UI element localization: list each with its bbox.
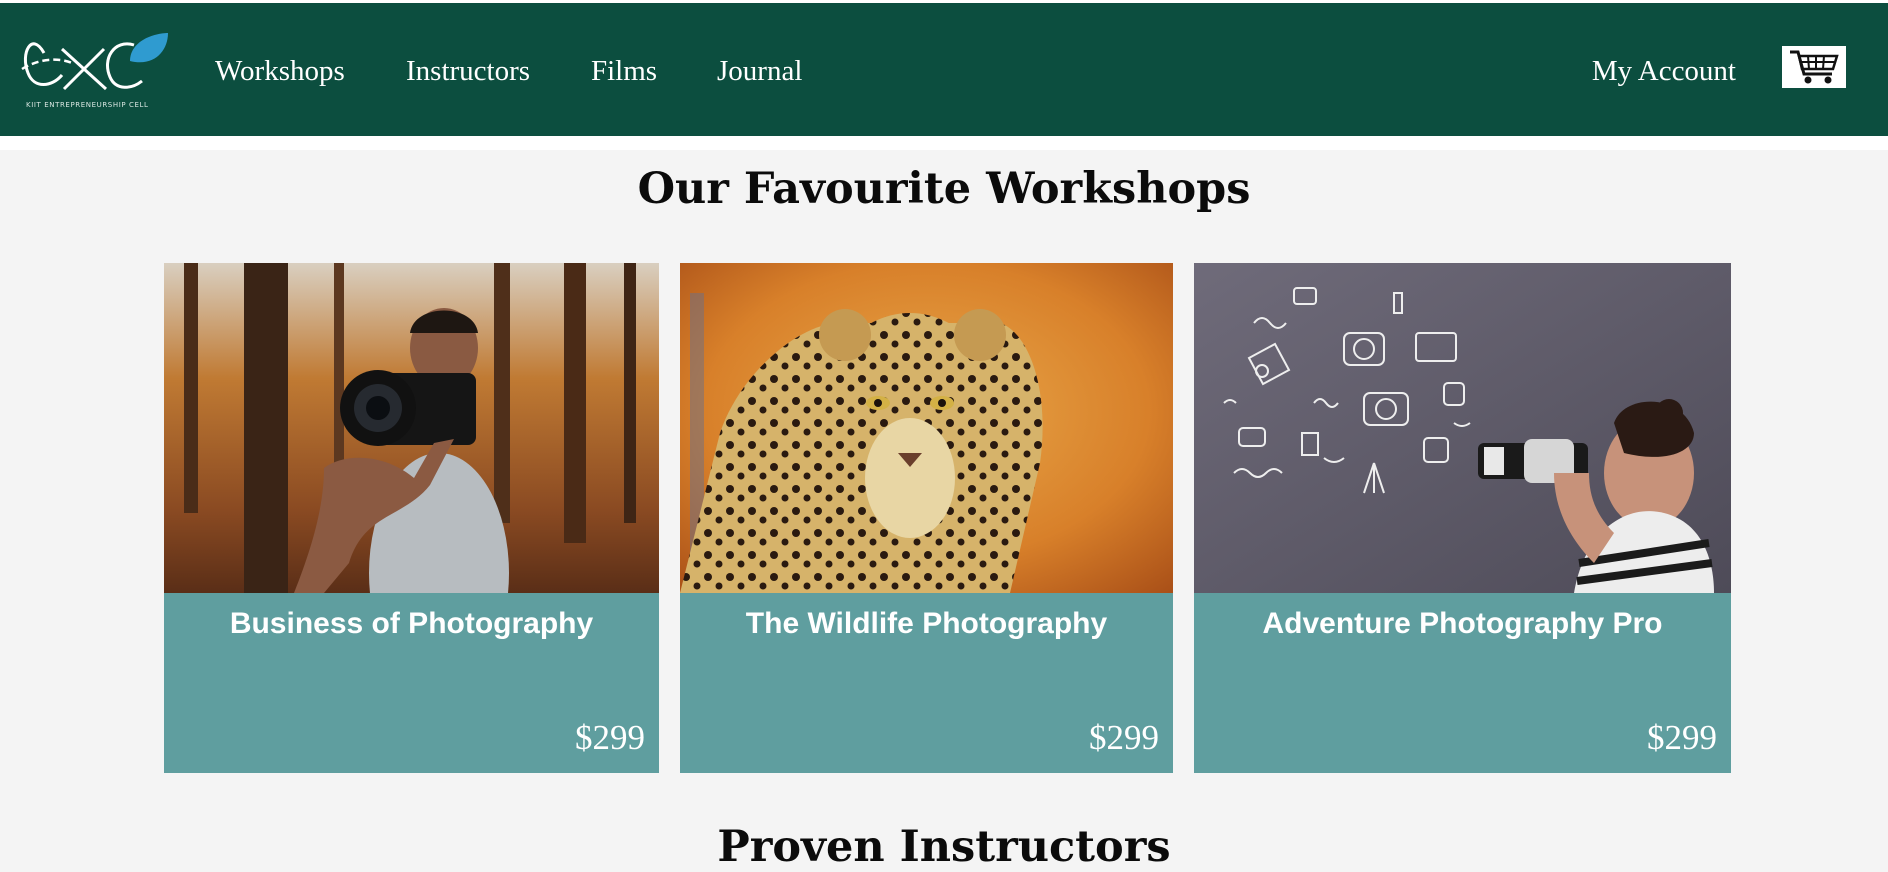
workshop-card[interactable]: Adventure Photography Pro $299 bbox=[1194, 263, 1731, 773]
navbar: KIIT ENTREPRENEURSHIP CELL Workshops Ins… bbox=[0, 3, 1888, 136]
workshop-title: Business of Photography bbox=[229, 607, 594, 640]
shopping-cart-icon bbox=[1790, 50, 1839, 84]
workshop-title: Adventure Photography Pro bbox=[1262, 607, 1663, 640]
workshop-image-photographer bbox=[164, 263, 659, 593]
ecell-logo[interactable]: KIIT ENTREPRENEURSHIP CELL bbox=[18, 23, 170, 115]
workshop-card[interactable]: The Wildlife Photography $299 bbox=[680, 263, 1173, 773]
nav-films[interactable]: Films bbox=[591, 54, 657, 88]
nav-instructors[interactable]: Instructors bbox=[406, 54, 530, 88]
cart-button[interactable] bbox=[1782, 46, 1846, 88]
workshop-card[interactable]: Business of Photography $299 bbox=[164, 263, 659, 773]
workshop-price: $299 bbox=[1647, 718, 1717, 757]
ecell-logo-mark bbox=[21, 33, 168, 91]
nav-journal[interactable]: Journal bbox=[717, 54, 802, 88]
workshop-price: $299 bbox=[575, 718, 645, 757]
header-spacer bbox=[0, 136, 1888, 150]
workshops-section-title: Our Favourite Workshops bbox=[637, 164, 1251, 214]
logo-tagline: KIIT ENTREPRENEURSHIP CELL bbox=[26, 101, 149, 109]
workshop-price: $299 bbox=[1089, 718, 1159, 757]
nav-workshops[interactable]: Workshops bbox=[215, 54, 345, 88]
my-account-link[interactable]: My Account bbox=[1592, 54, 1736, 88]
workshop-image-leopard bbox=[680, 263, 1173, 593]
workshop-title: The Wildlife Photography bbox=[745, 607, 1108, 640]
workshop-image-camera-woman bbox=[1194, 263, 1731, 593]
